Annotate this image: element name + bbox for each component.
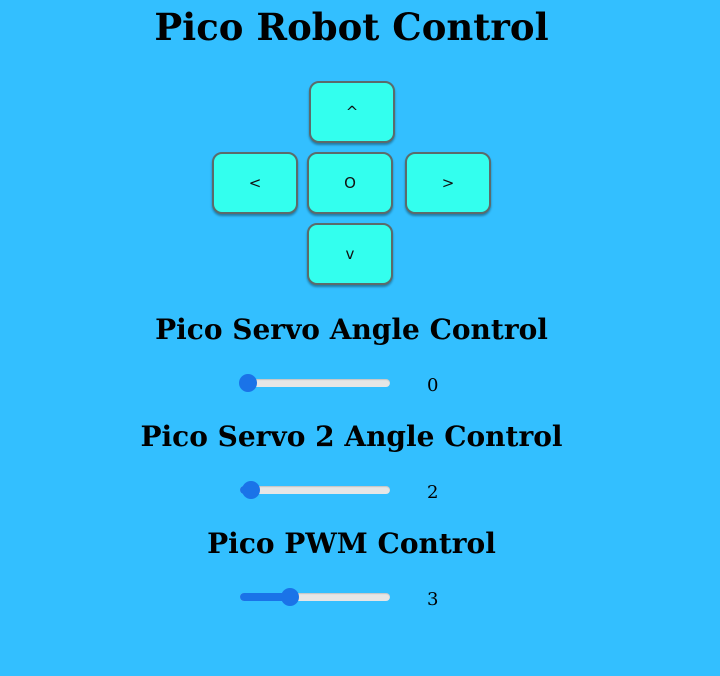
- slider-thumb[interactable]: [238, 374, 257, 392]
- servo-angle-value: 0: [427, 375, 439, 396]
- servo-angle-title: Pico Servo Angle Control: [155, 313, 548, 346]
- pwm-slider[interactable]: [240, 588, 390, 606]
- servo2-angle-value: 2: [427, 482, 439, 503]
- forward-button[interactable]: ^: [309, 81, 395, 143]
- stop-button[interactable]: O: [307, 152, 393, 214]
- page-title: Pico Robot Control: [154, 5, 549, 49]
- servo-angle-slider[interactable]: [238, 374, 390, 392]
- backward-button[interactable]: v: [307, 223, 393, 285]
- pwm-value: 3: [427, 589, 439, 610]
- slider-thumb[interactable]: [280, 588, 299, 606]
- servo2-angle-title: Pico Servo 2 Angle Control: [140, 420, 563, 453]
- pwm-title: Pico PWM Control: [207, 527, 496, 560]
- slider-thumb[interactable]: [241, 481, 260, 499]
- servo2-angle-slider[interactable]: [240, 481, 390, 499]
- right-button[interactable]: >: [405, 152, 491, 214]
- left-button[interactable]: <: [212, 152, 298, 214]
